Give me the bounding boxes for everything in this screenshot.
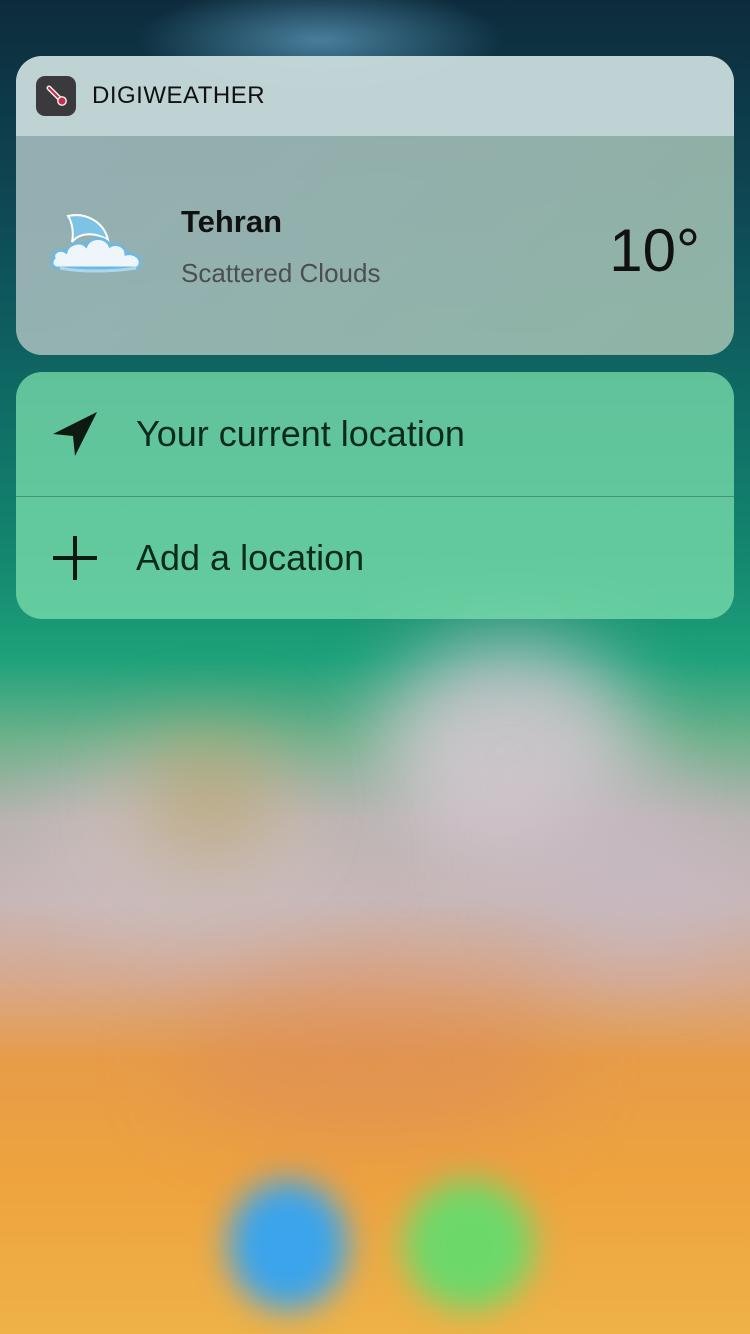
plus-icon (46, 529, 104, 587)
location-arrow-icon (46, 405, 104, 463)
widget-header: DIGIWEATHER (16, 56, 734, 136)
add-location-label: Add a location (136, 537, 365, 578)
dock-app-icon-blurred (404, 1180, 534, 1310)
current-location-action[interactable]: Your current location (16, 372, 734, 496)
city-name: Tehran (181, 204, 283, 239)
weather-summary[interactable]: Tehran Scattered Clouds 10° (16, 136, 734, 355)
wallpaper-blur-shape (180, 980, 560, 1140)
add-location-action[interactable]: Add a location (16, 496, 734, 619)
wallpaper-blur-shape (540, 780, 740, 960)
dock-app-icon-blurred (228, 1180, 348, 1310)
quick-actions-menu: Your current location Add a location (16, 372, 734, 619)
weather-widget[interactable]: DIGIWEATHER Tehran Scattered Clouds 10° (16, 56, 734, 355)
wallpaper-blur-shape (140, 730, 280, 860)
app-name: DIGIWEATHER (92, 82, 266, 109)
cloud-moon-icon (50, 212, 146, 276)
weather-condition: Scattered Clouds (181, 258, 381, 288)
current-location-label: Your current location (136, 413, 465, 454)
thermometer-icon (36, 76, 76, 116)
current-temperature: 10° (609, 217, 700, 284)
